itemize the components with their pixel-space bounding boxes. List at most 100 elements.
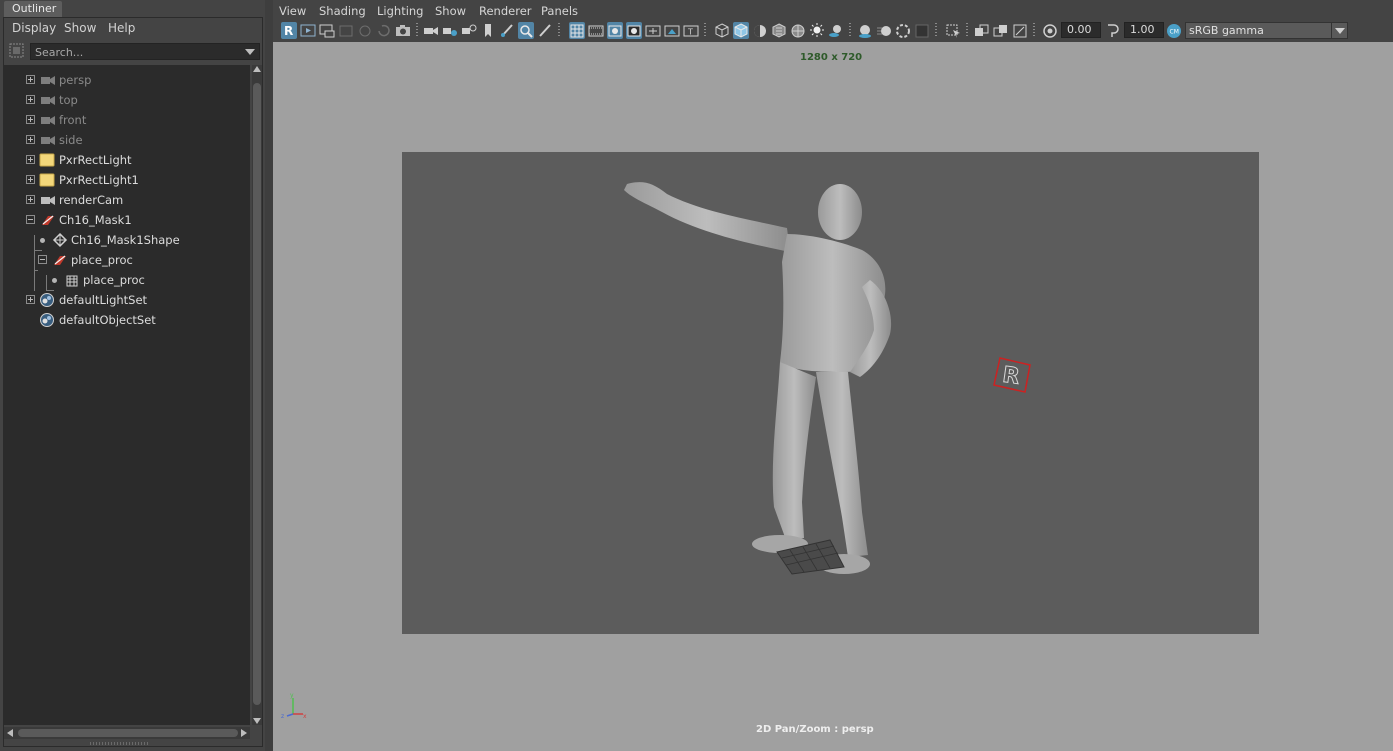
- bookmark-camera-icon[interactable]: [461, 22, 477, 39]
- expand-toggle[interactable]: [26, 75, 35, 84]
- menu-renderer[interactable]: Renderer: [479, 4, 532, 18]
- search-input[interactable]: [35, 45, 235, 59]
- default-material-icon[interactable]: [752, 22, 768, 39]
- outliner-item-defaultobjectset[interactable]: defaultObjectSet: [4, 310, 250, 330]
- wireframe-on-shaded-icon[interactable]: [790, 22, 806, 39]
- viewport-canvas[interactable]: 1280 x 720 R 2D Pan/Zoom: persp y x z: [273, 42, 1393, 751]
- scroll-up-arrow-icon[interactable]: [253, 66, 261, 72]
- collapse-toggle[interactable]: [26, 215, 35, 224]
- outliner-tab[interactable]: Outliner: [4, 1, 62, 17]
- exposure-icon[interactable]: [1042, 22, 1058, 39]
- color-space-dropdown[interactable]: sRGB gamma: [1185, 22, 1347, 39]
- scroll-right-arrow-icon[interactable]: [241, 729, 247, 737]
- outliner-item-persp[interactable]: persp: [4, 70, 250, 90]
- grid-icon[interactable]: [569, 22, 585, 39]
- menu-show[interactable]: Show: [435, 4, 466, 18]
- outliner-item-ch16-mask1shape[interactable]: Ch16_Mask1Shape: [4, 230, 250, 250]
- lock-camera-icon[interactable]: [357, 22, 373, 39]
- expand-toggle[interactable]: [26, 175, 35, 184]
- gate-mask-icon[interactable]: [626, 22, 642, 39]
- expand-toggle[interactable]: [26, 155, 35, 164]
- snapshot-icon[interactable]: [338, 22, 354, 39]
- expand-toggle[interactable]: [26, 195, 35, 204]
- select-camera-icon[interactable]: [423, 22, 439, 39]
- shadows-icon[interactable]: [828, 22, 844, 39]
- search-options-dropdown[interactable]: [245, 49, 255, 55]
- camera-snapshot-icon[interactable]: [395, 22, 411, 39]
- grease-pencil-tool-icon[interactable]: [537, 22, 553, 39]
- screen-space-ao-icon[interactable]: [857, 22, 873, 39]
- smooth-shade-icon[interactable]: [733, 22, 749, 39]
- chevron-down-icon[interactable]: [1331, 22, 1348, 39]
- xray-icon[interactable]: [974, 22, 990, 39]
- bookmark-icon[interactable]: [480, 22, 496, 39]
- wireframe-icon[interactable]: [714, 22, 730, 39]
- safe-action-icon[interactable]: [664, 22, 680, 39]
- scroll-thumb[interactable]: [18, 729, 238, 737]
- collapse-toggle[interactable]: [38, 255, 47, 264]
- outliner-item-side[interactable]: side: [4, 130, 250, 150]
- menu-view[interactable]: View: [279, 4, 306, 18]
- svg-text:R: R: [284, 24, 293, 38]
- refresh-icon[interactable]: [376, 22, 392, 39]
- rect-light-locator-icon[interactable]: R: [990, 350, 1036, 396]
- menu-lighting[interactable]: Lighting: [377, 4, 423, 18]
- outliner-item-pxrrectlight[interactable]: PxrRectLight: [4, 150, 250, 170]
- gamma-icon[interactable]: [1105, 22, 1121, 39]
- outliner-horizontal-scrollbar[interactable]: [4, 727, 250, 739]
- renderman-icon[interactable]: R: [281, 22, 297, 39]
- motion-blur-icon[interactable]: [876, 22, 892, 39]
- expand-toggle[interactable]: [26, 95, 35, 104]
- outliner-item-top[interactable]: top: [4, 90, 250, 110]
- camera-attributes-icon[interactable]: [442, 22, 458, 39]
- outliner-item-place-proc-shape[interactable]: place_proc: [4, 270, 250, 290]
- exposure-field[interactable]: 0.00: [1061, 22, 1101, 38]
- expand-toggle[interactable]: [26, 135, 35, 144]
- film-gate-icon[interactable]: [588, 22, 604, 39]
- search-box: [30, 43, 260, 60]
- filter-icon[interactable]: [9, 43, 24, 58]
- expand-toggle[interactable]: [26, 295, 35, 304]
- panel-resize-grip[interactable]: [90, 742, 150, 745]
- menu-panels[interactable]: Panels: [541, 4, 578, 18]
- outliner-item-ch16-mask1[interactable]: Ch16_Mask1: [4, 210, 250, 230]
- tree-leaf-dot: [40, 238, 45, 243]
- use-all-lights-icon[interactable]: [809, 22, 825, 39]
- toolbar-separator: [704, 23, 706, 38]
- 2d-pan-zoom-icon[interactable]: [518, 22, 534, 39]
- panel-divider[interactable]: [265, 0, 273, 751]
- outliner-item-front[interactable]: front: [4, 110, 250, 130]
- gamma-field[interactable]: 1.00: [1124, 22, 1164, 38]
- menu-help[interactable]: Help: [108, 21, 135, 35]
- color-management-icon[interactable]: CM: [1166, 22, 1182, 39]
- outliner-item-place-proc[interactable]: place_proc: [4, 250, 250, 270]
- scroll-down-arrow-icon[interactable]: [253, 718, 261, 724]
- scroll-left-arrow-icon[interactable]: [7, 729, 13, 737]
- item-label: PxrRectLight1: [59, 173, 139, 187]
- textured-icon[interactable]: [771, 22, 787, 39]
- tree-leaf-dot: [52, 278, 57, 283]
- outliner-vertical-scrollbar[interactable]: [252, 65, 262, 725]
- ipr-render-icon[interactable]: [319, 22, 335, 39]
- play-render-icon[interactable]: [300, 22, 316, 39]
- item-label: Ch16_Mask1: [59, 213, 132, 227]
- outliner-item-pxrrectlight1[interactable]: PxrRectLight1: [4, 170, 250, 190]
- grease-pencil-icon[interactable]: [499, 22, 515, 39]
- isolate-select-icon[interactable]: [945, 22, 961, 39]
- outliner-item-defaultlightset[interactable]: defaultLightSet: [4, 290, 250, 310]
- xray-active-components-icon[interactable]: [993, 22, 1009, 39]
- outliner-item-rendercam[interactable]: renderCam: [4, 190, 250, 210]
- menu-display[interactable]: Display: [12, 21, 56, 35]
- anti-aliasing-icon[interactable]: [895, 22, 911, 39]
- menu-show[interactable]: Show: [64, 21, 96, 35]
- menu-shading[interactable]: Shading: [319, 4, 366, 18]
- expand-toggle[interactable]: [26, 115, 35, 124]
- resolution-gate-icon[interactable]: [607, 22, 623, 39]
- safe-title-icon[interactable]: T: [683, 22, 699, 39]
- field-chart-icon[interactable]: [645, 22, 661, 39]
- set-icon: [40, 293, 54, 307]
- scroll-thumb[interactable]: [253, 83, 261, 705]
- xray-joints-icon[interactable]: [1012, 22, 1028, 39]
- character-model[interactable]: [612, 172, 912, 582]
- depth-of-field-icon[interactable]: [914, 22, 930, 39]
